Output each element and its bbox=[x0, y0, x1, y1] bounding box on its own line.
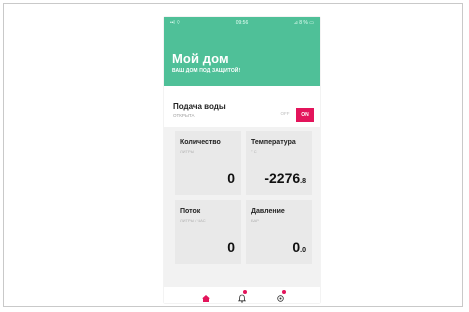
card-value: 0.0 bbox=[292, 239, 306, 255]
page-subtitle: ВАШ ДОМ ПОД ЗАЩИТОЙ! bbox=[172, 68, 241, 74]
phone-screen: ••l ⌔ 09:56 ⊿ 8 % ▭ Мой дом ВАШ ДОМ ПОД … bbox=[164, 17, 320, 303]
card-unit: БАР bbox=[251, 218, 259, 223]
card-name: Температура bbox=[251, 139, 296, 146]
settings-icon[interactable] bbox=[276, 290, 286, 302]
card-name: Давление bbox=[251, 208, 285, 215]
water-supply-status: ОТКРЫТА bbox=[173, 113, 195, 118]
card-value: 0 bbox=[227, 239, 235, 255]
home-icon[interactable] bbox=[201, 290, 211, 302]
settings-badge bbox=[282, 290, 286, 294]
water-supply-row: Подача воды ОТКРЫТА OFF ON bbox=[164, 86, 320, 127]
toggle-off-label[interactable]: OFF bbox=[275, 111, 295, 116]
bell-icon[interactable] bbox=[237, 290, 247, 303]
card-flow[interactable]: Поток ЛИТРЫ / ЧАС 0 bbox=[175, 200, 241, 264]
status-bar: ••l ⌔ 09:56 ⊿ 8 % ▭ bbox=[164, 19, 320, 29]
water-supply-toggle[interactable]: OFF ON bbox=[275, 108, 314, 122]
page-title: Мой дом bbox=[172, 51, 229, 66]
card-unit: ЛИТРЫ / ЧАС bbox=[180, 218, 206, 223]
bottom-nav bbox=[164, 287, 320, 303]
card-name: Поток bbox=[180, 208, 201, 215]
card-pressure[interactable]: Давление БАР 0.0 bbox=[246, 200, 312, 264]
card-unit: ЛИТРЫ bbox=[180, 149, 195, 154]
card-unit: ° C bbox=[251, 149, 257, 154]
toggle-on-label[interactable]: ON bbox=[296, 108, 314, 122]
card-name: Количество bbox=[180, 139, 221, 146]
app-header: ••l ⌔ 09:56 ⊿ 8 % ▭ Мой дом ВАШ ДОМ ПОД … bbox=[164, 17, 320, 86]
card-quantity[interactable]: Количество ЛИТРЫ 0 bbox=[175, 131, 241, 195]
water-supply-title: Подача воды bbox=[173, 102, 226, 111]
card-value: 0 bbox=[227, 170, 235, 186]
battery-indicator: ⊿ 8 % ▭ bbox=[293, 20, 314, 26]
notification-badge bbox=[243, 290, 247, 294]
card-temperature[interactable]: Температура ° C -2276.8 bbox=[246, 131, 312, 195]
card-value: -2276.8 bbox=[264, 170, 306, 186]
